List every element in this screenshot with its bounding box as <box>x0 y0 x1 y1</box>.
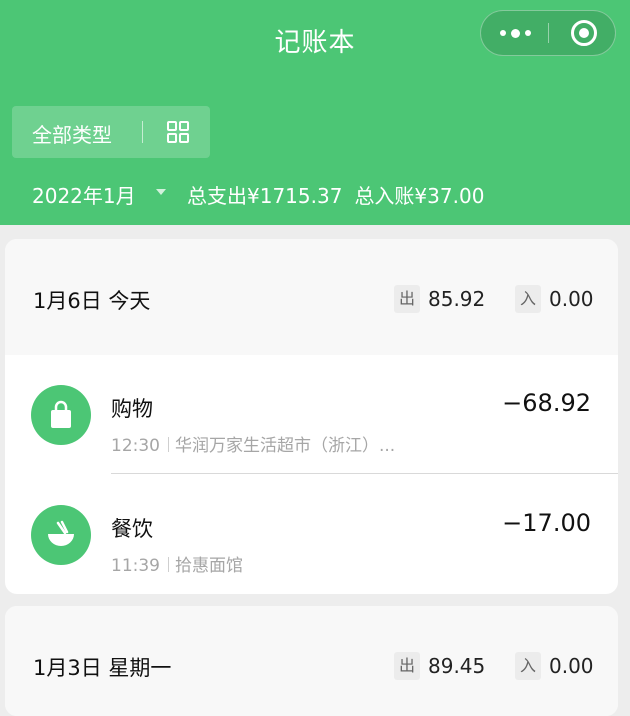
day-expense-amount: 89.45 <box>428 654 486 678</box>
category-avatar <box>31 385 91 445</box>
top-header: 记账本 全部类型 2022年1月 总支出¥1715.37 总入账¥37.00 <box>0 0 630 225</box>
transaction-meta: 11:39 拾惠面馆 <box>111 551 243 576</box>
income-tag: 入 <box>515 285 541 313</box>
caret-down-icon[interactable] <box>156 189 166 195</box>
expense-tag: 出 <box>394 652 420 680</box>
day-date: 1月6日 今天 <box>33 289 151 313</box>
day-header: 1月3日 星期一 出 89.45 入 0.00 <box>5 606 618 716</box>
type-filter-button[interactable]: 全部类型 <box>12 106 210 158</box>
income-tag: 入 <box>515 652 541 680</box>
day-group-card: 1月3日 星期一 出 89.45 入 0.00 <box>5 606 618 716</box>
transaction-category: 餐饮 <box>111 517 153 541</box>
day-group-card: 1月6日 今天 出 85.92 入 0.00 购物 12:30 华润万家生活超市（… <box>5 239 618 594</box>
transaction-amount: −17.00 <box>502 509 591 537</box>
transaction-merchant: 华润万家生活超市（浙江）... <box>175 436 396 456</box>
day-date: 1月3日 星期一 <box>33 656 172 680</box>
transaction-meta: 12:30 华润万家生活超市（浙江）... <box>111 431 395 456</box>
transaction-amount: −68.92 <box>502 389 591 417</box>
day-header: 1月6日 今天 出 85.92 入 0.00 <box>5 239 618 355</box>
miniapp-close-icon[interactable] <box>571 20 597 46</box>
month-selector[interactable]: 2022年1月 <box>32 180 136 209</box>
capsule-divider <box>548 23 549 43</box>
transaction-row[interactable]: 购物 12:30 华润万家生活超市（浙江）... −68.92 <box>5 355 618 473</box>
category-avatar <box>31 505 91 565</box>
transaction-row[interactable]: 餐饮 11:39 拾惠面馆 −17.00 <box>5 475 618 593</box>
bowl-icon <box>48 520 74 546</box>
shopping-bag-icon <box>51 400 71 428</box>
day-expense-amount: 85.92 <box>428 287 486 311</box>
day-income-amount: 0.00 <box>549 654 594 678</box>
day-income-amount: 0.00 <box>549 287 594 311</box>
miniapp-capsule <box>480 10 616 56</box>
day-expense-summary: 出 89.45 <box>394 650 485 682</box>
day-income-summary: 入 0.00 <box>515 283 594 315</box>
day-expense-summary: 出 85.92 <box>394 283 485 315</box>
type-filter-label: 全部类型 <box>32 123 112 147</box>
transaction-category: 购物 <box>111 397 153 421</box>
transaction-time: 11:39 <box>111 556 160 576</box>
day-income-summary: 入 0.00 <box>515 650 594 682</box>
grid-icon <box>167 121 189 143</box>
transaction-merchant: 拾惠面馆 <box>175 556 243 576</box>
row-divider <box>111 473 618 474</box>
expense-tag: 出 <box>394 285 420 313</box>
total-income: 总入账¥37.00 <box>354 184 485 208</box>
more-dots-icon[interactable] <box>481 11 549 55</box>
filter-divider <box>142 121 143 143</box>
transaction-time: 12:30 <box>111 436 160 456</box>
month-totals: 总支出¥1715.37 总入账¥37.00 <box>187 180 484 209</box>
total-expense: 总支出¥1715.37 <box>187 184 343 208</box>
